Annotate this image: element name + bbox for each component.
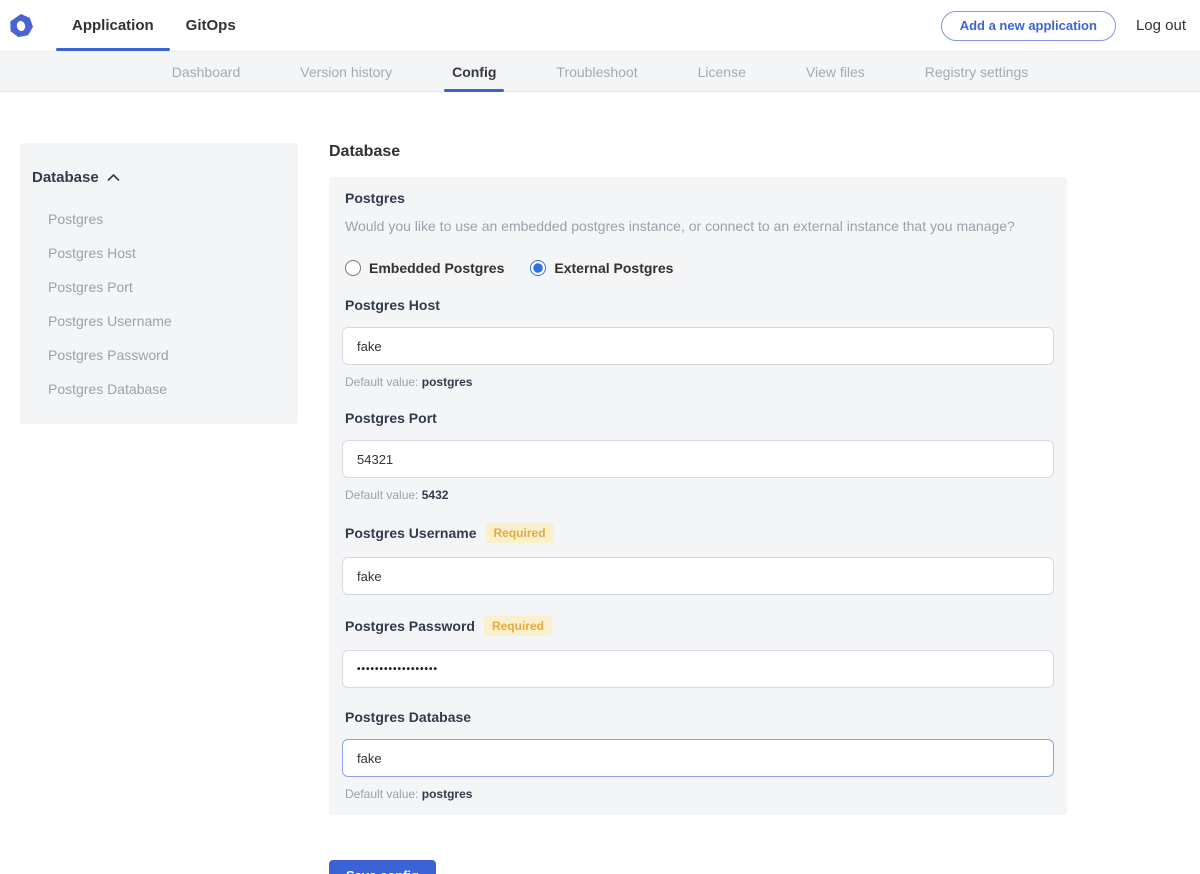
sidebar-item-postgres[interactable]: Postgres (32, 202, 286, 236)
radio-embedded-postgres-input[interactable] (345, 260, 361, 276)
default-value-note: Default value: postgres (342, 787, 1054, 801)
radio-embedded-postgres-label: Embedded Postgres (369, 260, 504, 276)
sidebar-group-label: Database (32, 169, 99, 186)
save-config-button[interactable]: Save config (329, 860, 436, 874)
add-application-button[interactable]: Add a new application (941, 11, 1116, 41)
config-item-help: Would you like to use an embedded postgr… (342, 218, 1054, 234)
field-postgres-password: Postgres Password Required (342, 616, 1054, 688)
field-postgres-database: Postgres Database Default value: postgre… (342, 709, 1054, 801)
postgres-username-input[interactable] (342, 557, 1054, 595)
tab-gitops[interactable]: GitOps (170, 0, 252, 51)
sidebar-item-postgres-host[interactable]: Postgres Host (32, 236, 286, 270)
default-value: postgres (422, 787, 473, 801)
page-title: Database (329, 143, 1067, 161)
required-badge: Required (484, 616, 552, 636)
field-label: Postgres Password Required (342, 616, 1054, 636)
field-label-text: Postgres Database (345, 709, 471, 725)
app-logo-icon[interactable] (8, 13, 34, 39)
subnav-item-config[interactable]: Config (444, 52, 504, 91)
heptagon-logo-icon (8, 13, 34, 39)
tab-gitops-label: GitOps (186, 17, 236, 34)
sidebar-item-postgres-username[interactable]: Postgres Username (32, 304, 286, 338)
sidebar-item-postgres-password[interactable]: Postgres Password (32, 338, 286, 372)
field-label: Postgres Port (342, 410, 1054, 426)
postgres-database-input[interactable] (342, 739, 1054, 777)
radio-external-postgres-label: External Postgres (554, 260, 673, 276)
field-label-text: Postgres Password (345, 618, 475, 634)
tab-application[interactable]: Application (56, 0, 170, 51)
field-label: Postgres Host (342, 297, 1054, 313)
subnav-item-registry-settings[interactable]: Registry settings (917, 52, 1036, 91)
default-value: 5432 (422, 488, 449, 502)
field-label: Postgres Database (342, 709, 1054, 725)
default-value-note: Default value: postgres (342, 375, 1054, 389)
config-item-title: Postgres (342, 190, 1054, 206)
radio-external-postgres-input[interactable] (530, 260, 546, 276)
radio-external-postgres[interactable]: External Postgres (530, 260, 673, 276)
field-postgres-port: Postgres Port Default value: 5432 (342, 410, 1054, 502)
default-prefix: Default value: (345, 375, 418, 389)
subnav-item-dashboard[interactable]: Dashboard (164, 52, 249, 91)
postgres-host-input[interactable] (342, 327, 1054, 365)
logout-link[interactable]: Log out (1136, 17, 1186, 34)
radio-embedded-postgres[interactable]: Embedded Postgres (345, 260, 504, 276)
field-label-text: Postgres Username (345, 525, 477, 541)
default-prefix: Default value: (345, 488, 418, 502)
top-nav: Application GitOps Add a new application… (0, 0, 1200, 51)
field-postgres-host: Postgres Host Default value: postgres (342, 297, 1054, 389)
postgres-password-input[interactable] (342, 650, 1054, 688)
sidebar-item-postgres-port[interactable]: Postgres Port (32, 270, 286, 304)
chevron-up-icon (107, 169, 120, 186)
sub-nav: Dashboard Version history Config Trouble… (0, 51, 1200, 92)
default-value: postgres (422, 375, 473, 389)
content-area: Database Postgres Postgres Host Postgres… (0, 92, 1200, 874)
field-label-text: Postgres Host (345, 297, 440, 313)
field-postgres-username: Postgres Username Required (342, 523, 1054, 595)
required-badge: Required (486, 523, 554, 543)
config-group-card: Postgres Would you like to use an embedd… (329, 177, 1067, 815)
field-label: Postgres Username Required (342, 523, 1054, 543)
sidebar-group-database[interactable]: Database (32, 169, 286, 186)
postgres-type-radio-group: Embedded Postgres External Postgres (342, 260, 1054, 276)
config-sidebar: Database Postgres Postgres Host Postgres… (20, 143, 298, 424)
default-prefix: Default value: (345, 787, 418, 801)
sidebar-item-postgres-database[interactable]: Postgres Database (32, 372, 286, 406)
top-tabs: Application GitOps (56, 0, 252, 51)
default-value-note: Default value: 5432 (342, 488, 1054, 502)
config-main: Database Postgres Would you like to use … (329, 143, 1067, 874)
top-nav-right: Add a new application Log out (941, 11, 1200, 41)
subnav-item-version-history[interactable]: Version history (292, 52, 400, 91)
postgres-port-input[interactable] (342, 440, 1054, 478)
field-label-text: Postgres Port (345, 410, 437, 426)
tab-application-label: Application (72, 17, 154, 34)
subnav-item-troubleshoot[interactable]: Troubleshoot (548, 52, 645, 91)
subnav-item-view-files[interactable]: View files (798, 52, 873, 91)
subnav-item-license[interactable]: License (690, 52, 754, 91)
